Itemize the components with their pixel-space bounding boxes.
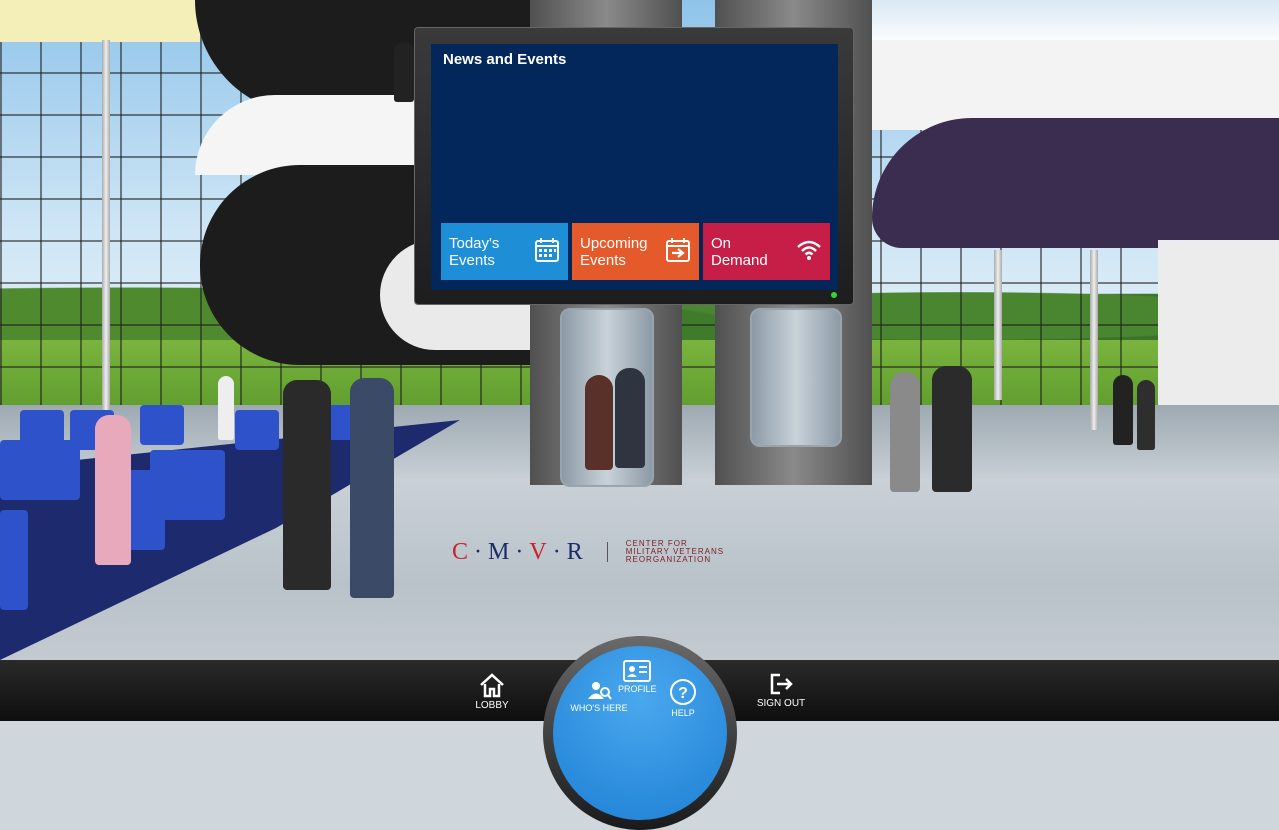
- support-pole: [1090, 250, 1098, 430]
- help-icon: ?: [670, 679, 696, 705]
- lobby-button[interactable]: LOBBY: [447, 672, 537, 711]
- lounge-chair: [150, 450, 225, 520]
- avatar-woman: [218, 376, 234, 440]
- sign-out-button[interactable]: SIGN OUT: [736, 672, 826, 709]
- tile-label-line1: On: [711, 235, 732, 252]
- ceiling-skylight: [820, 0, 1279, 45]
- logo-letter: M: [488, 538, 516, 565]
- people-search-icon: [588, 682, 612, 700]
- news-events-monitor: News and Events Today's Events Upcoming: [415, 28, 853, 304]
- purple-mezzanine: [872, 118, 1279, 248]
- lobby-label: LOBBY: [475, 700, 509, 711]
- lounge-chair: [0, 510, 28, 610]
- whos-here-label: WHO'S HERE: [570, 703, 628, 713]
- home-icon: [480, 673, 504, 698]
- avatar-woman: [585, 375, 613, 470]
- avatar-woman: [350, 378, 394, 598]
- lobby-scene: C·M·V·R CENTER FOR MILITARY VETERANS REO…: [0, 0, 1279, 660]
- avatar-woman: [890, 372, 920, 492]
- wifi-icon: [797, 240, 821, 260]
- whos-here-button[interactable]: WHO'S HERE: [564, 679, 634, 713]
- logo-mark: C·M·V·R: [452, 538, 589, 565]
- calendar-arrow-icon: [666, 238, 690, 262]
- tile-label-line1: Upcoming: [580, 235, 648, 252]
- news-events-screen: News and Events Today's Events Upcoming: [431, 44, 838, 290]
- avatar-man: [615, 368, 645, 468]
- todays-events-tile[interactable]: Today's Events: [441, 223, 568, 280]
- avatar-man: [1113, 375, 1133, 445]
- avatar-woman: [283, 380, 331, 590]
- on-demand-tile[interactable]: On Demand: [703, 223, 830, 280]
- avatar-man: [932, 366, 972, 492]
- ceiling-left: [0, 0, 200, 42]
- support-pole: [994, 250, 1002, 400]
- tile-label: Upcoming Events: [580, 235, 658, 269]
- logo-letter: C: [452, 538, 475, 565]
- lounge-chair: [0, 440, 80, 500]
- upcoming-events-tile[interactable]: Upcoming Events: [572, 223, 699, 280]
- support-pole: [102, 40, 110, 410]
- avatar-woman: [1137, 380, 1155, 450]
- logo-text: CENTER FOR MILITARY VETERANS REORGANIZAT…: [626, 540, 724, 564]
- logo-divider: [606, 542, 608, 562]
- logo-line: REORGANIZATION: [625, 555, 712, 564]
- logo-letter: V: [529, 538, 553, 565]
- floor-logo: C·M·V·R CENTER FOR MILITARY VETERANS REO…: [452, 538, 922, 565]
- calendar-icon: [535, 238, 559, 262]
- elevator-column-top: [530, 0, 682, 30]
- power-led: [831, 292, 837, 298]
- logo-letter: R: [566, 538, 589, 565]
- lounge-chair: [235, 410, 279, 450]
- tile-label-line2: Events: [449, 252, 495, 269]
- avatar-woman: [394, 42, 414, 102]
- svg-text:?: ?: [678, 685, 688, 702]
- tile-label-line1: Today's: [449, 235, 500, 252]
- upper-floor-band: [855, 40, 1279, 130]
- glass-elevator-right: [750, 308, 842, 447]
- news-events-title: News and Events: [443, 51, 567, 68]
- sign-out-icon: [770, 673, 793, 695]
- tile-label: On Demand: [711, 235, 789, 269]
- lounge-chair: [140, 405, 184, 445]
- sign-out-label: SIGN OUT: [756, 698, 806, 709]
- tile-label-line2: Demand: [711, 252, 768, 269]
- tile-label: Today's Events: [449, 235, 527, 269]
- tile-label-line2: Events: [580, 252, 626, 269]
- help-label: HELP: [671, 708, 695, 718]
- avatar-seated-woman: [95, 415, 131, 565]
- help-button[interactable]: ? HELP: [666, 678, 700, 718]
